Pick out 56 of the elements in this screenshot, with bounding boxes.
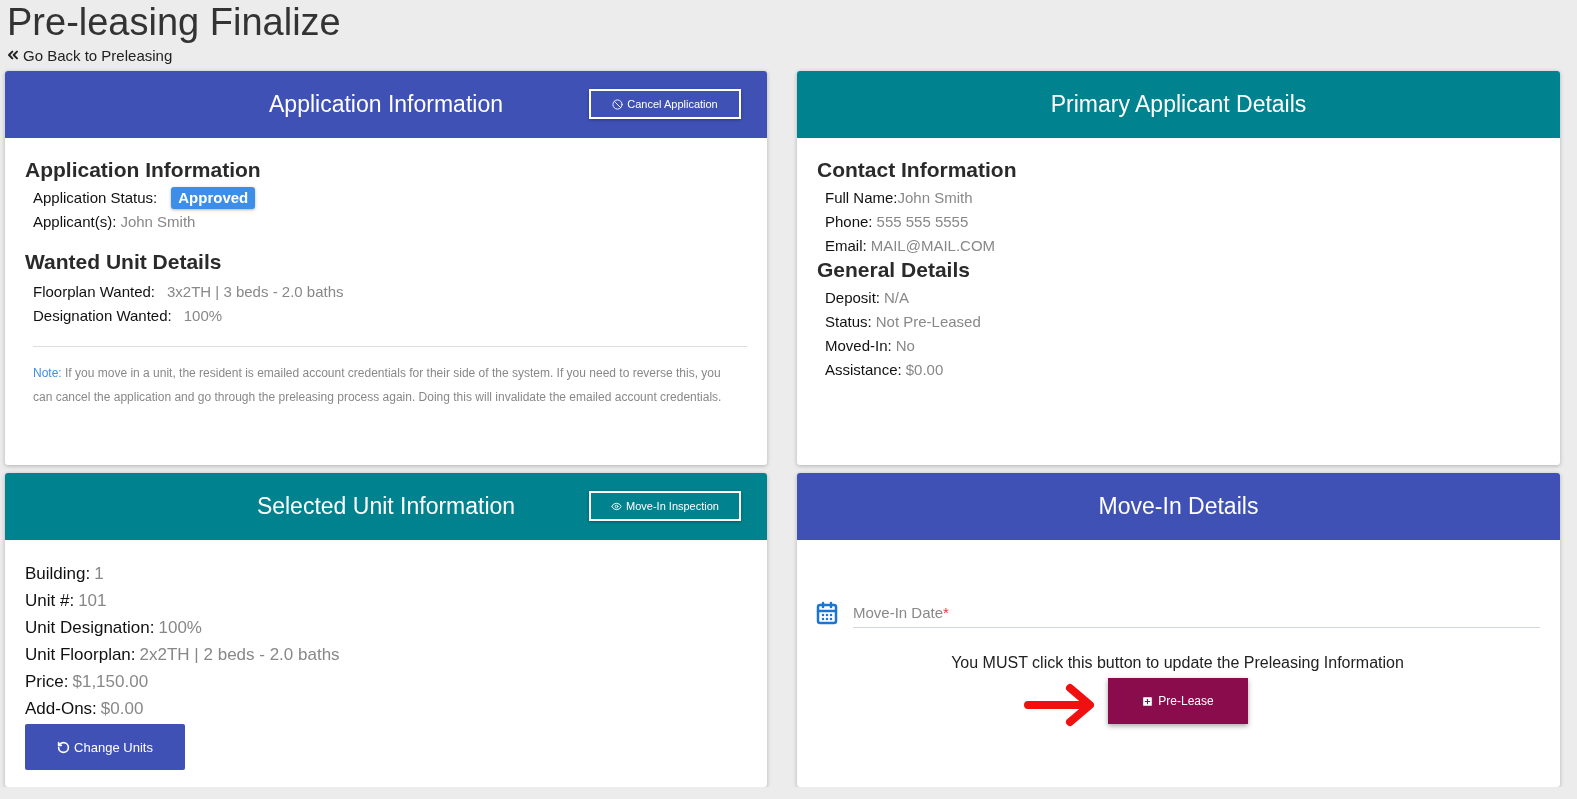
date-field[interactable]: Move-In Date* (853, 598, 1540, 628)
field-value: John Smith (120, 212, 196, 232)
change-units-button[interactable]: Change Units (25, 724, 185, 770)
cancel-button[interactable]: Cancel Application (589, 89, 741, 119)
eye-icon (611, 500, 623, 512)
pre-lease-button[interactable]: Pre-Lease (1107, 678, 1248, 724)
section-heading: Wanted Unit Details (25, 250, 223, 274)
field-label: Assistance: (825, 360, 902, 380)
field-value: $0.00 (905, 360, 944, 380)
card-title: Move-In Details (1098, 493, 1259, 520)
instruction-text: You MUST click this button to update the Preleasing Information (950, 654, 1405, 672)
field-label: Price: (25, 671, 69, 693)
undo-icon (57, 740, 71, 754)
ban-icon (612, 98, 624, 110)
field-value: No (895, 336, 915, 356)
section-heading: Contact Information (817, 158, 1018, 182)
field-label: Floorplan Wanted: (33, 282, 155, 302)
field-value: 100% (158, 617, 202, 639)
card-title: Primary Applicant Details (1050, 91, 1307, 118)
section-heading: Application Information (25, 158, 262, 182)
field-value: 101 (78, 590, 107, 612)
field-value: 2x2TH | 2 beds - 2.0 baths (139, 644, 340, 666)
field-label: Application Status: (33, 188, 158, 208)
field-label: Status: (825, 312, 872, 332)
field-label: Designation Wanted: (33, 306, 172, 326)
field-label: Unit Floorplan: (25, 644, 136, 666)
field-value: 555 555 5555 (876, 212, 969, 232)
page-title: Pre-leasing Finalize (6, 0, 342, 44)
field-value: 1 (94, 563, 104, 585)
field-value: $0.00 (100, 698, 144, 720)
field-label: Phone: (825, 212, 873, 232)
field-label: Moved-In: (825, 336, 892, 356)
card-title: Selected Unit Information (256, 493, 516, 520)
field-value: 3x2TH | 3 beds - 2.0 baths (167, 282, 344, 302)
field-value: 100% (183, 306, 223, 326)
note-text: Note: If you move in a unit, the resident is emailed account credentials for their side of the system. If you need to reverse this, you can cancel the application and go through the preleasing process again. Doing this will invalidate the emailed account credentials. (33, 365, 723, 406)
field-value: $1,150.00 (72, 671, 149, 693)
field-value: MAIL@MAIL.COM (870, 236, 996, 256)
field-label: Deposit: (825, 288, 881, 308)
inspection-button[interactable]: Move-In Inspection (589, 491, 741, 521)
field-label: Building: (25, 563, 91, 585)
back-link[interactable]: Go Back to Preleasing (5, 44, 173, 66)
field-label: Unit Designation: (25, 617, 155, 639)
field-value: John Smith (897, 188, 973, 208)
field-value: N/A (884, 288, 910, 308)
field-label: Applicant(s): (33, 212, 117, 232)
field-label: Unit #: (25, 590, 75, 612)
field-value: Not Pre-Leased (875, 312, 981, 332)
field-label: Add-Ons: (25, 698, 97, 720)
field-label: Email: (825, 236, 867, 256)
section-heading: General Details (817, 258, 971, 282)
field-label: Full Name: (825, 188, 898, 208)
status-badge: Approved (171, 187, 256, 209)
plus-icon (1141, 694, 1155, 708)
card-title: Application Information (269, 91, 503, 118)
calendar-icon (815, 601, 839, 625)
